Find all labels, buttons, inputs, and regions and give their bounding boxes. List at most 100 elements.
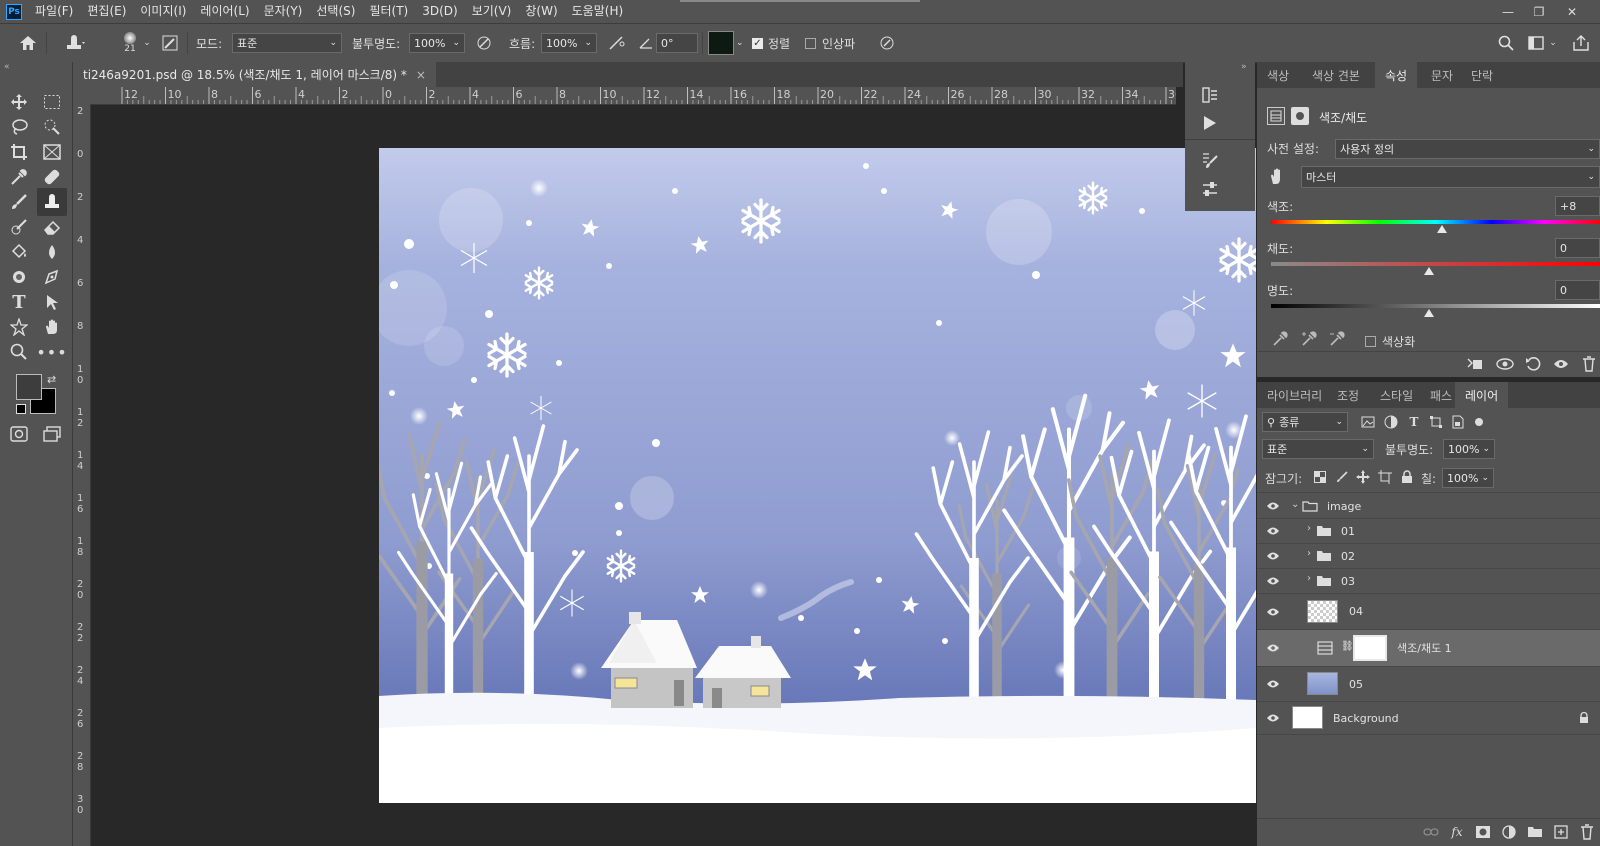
targeted-adjustment-hand-icon[interactable] [1267, 166, 1287, 186]
opacity-field[interactable]: 100% ⌄ [409, 33, 465, 53]
tab-character[interactable]: 문자 [1421, 62, 1463, 88]
layer-row-background[interactable]: Background [1257, 702, 1600, 735]
visibility-eye-icon[interactable] [1265, 642, 1281, 654]
expand-icon[interactable]: » [1241, 62, 1247, 72]
chevron-right-icon[interactable]: › [1307, 523, 1311, 534]
ruler-origin[interactable] [73, 87, 90, 104]
screen-mode-icon[interactable] [40, 422, 64, 446]
layer-row-02[interactable]: › 02 [1257, 544, 1600, 569]
pen-tool-icon[interactable] [40, 265, 64, 289]
history-icon[interactable] [1199, 84, 1221, 106]
marquee-tool-icon[interactable] [40, 90, 64, 114]
horizontal-ruler[interactable]: 12 10 8 6 4 2 0 2 4 6 8 10 12 14 16 18 20 22 24 26 28 30 32 34 3… [90, 87, 1176, 105]
delete-layer-icon[interactable] [1577, 822, 1597, 842]
visibility-eye-icon[interactable] [1265, 550, 1281, 562]
healing-brush-tool-icon[interactable] [40, 165, 64, 189]
more-tools-icon[interactable]: ••• [36, 340, 66, 364]
eraser-tool-icon[interactable] [40, 215, 64, 239]
lock-image-icon[interactable] [1335, 470, 1349, 484]
layer-row-05[interactable]: 05 [1257, 667, 1600, 702]
clip-to-layer-icon[interactable] [1465, 354, 1485, 374]
tab-color[interactable]: 색상 [1257, 62, 1299, 88]
lock-artboard-icon[interactable] [1378, 470, 1392, 484]
lock-transparent-icon[interactable] [1313, 470, 1327, 484]
blend-mode-select[interactable]: 표준 ⌄ [1262, 439, 1374, 459]
chevron-down-icon[interactable]: ⌄ [1548, 24, 1558, 62]
hand-tool-icon[interactable] [40, 315, 64, 339]
tab-adjustments[interactable]: 조정 [1327, 382, 1369, 408]
layer-mask-icon[interactable] [1291, 107, 1309, 125]
foreground-color-swatch[interactable] [16, 374, 42, 400]
chevron-down-icon[interactable]: ⌄ [736, 38, 744, 48]
crop-tool-icon[interactable] [7, 140, 31, 164]
move-tool-icon[interactable] [7, 90, 31, 114]
filter-adjustment-icon[interactable] [1382, 414, 1400, 430]
hue-slider-track[interactable] [1271, 220, 1600, 224]
share-icon[interactable] [1570, 24, 1592, 62]
preset-select[interactable]: 사용자 정의 ⌄ [1335, 139, 1600, 159]
reset-icon[interactable] [1523, 354, 1543, 374]
filter-type-icon[interactable]: T [1405, 414, 1423, 430]
aligned-checkbox[interactable]: ✓ 정렬 [752, 24, 790, 62]
brush-settings-icon[interactable] [160, 24, 180, 62]
visibility-eye-icon[interactable] [1265, 575, 1281, 587]
adjustment-sliders-icon[interactable] [1199, 178, 1221, 200]
channel-select[interactable]: 마스터 ⌄ [1301, 166, 1600, 188]
filter-smart-object-icon[interactable] [1449, 414, 1467, 430]
visibility-eye-icon[interactable] [1265, 525, 1281, 537]
quick-selection-tool-icon[interactable] [40, 115, 64, 139]
add-mask-icon[interactable] [1473, 822, 1493, 842]
pressure-size-icon[interactable] [876, 24, 898, 62]
layer-opacity-field[interactable]: 100% ⌄ [1443, 439, 1495, 459]
lock-all-icon[interactable] [1400, 470, 1414, 484]
layer-row-image-group[interactable]: ⌄ image [1257, 494, 1600, 519]
saturation-slider-thumb[interactable] [1424, 267, 1434, 275]
menu-file[interactable]: 파일(F) [28, 0, 80, 23]
document-tab[interactable]: ti246a9201.psd @ 18.5% (색조/채도 1, 레이어 마스크… [73, 62, 436, 87]
paint-bucket-tool-icon[interactable] [7, 240, 31, 264]
menu-help[interactable]: 도움말(H) [565, 0, 631, 23]
visibility-eye-icon[interactable] [1265, 606, 1281, 618]
collapse-icon[interactable]: « [4, 62, 10, 72]
menu-type[interactable]: 문자(Y) [257, 0, 310, 23]
layer-row-hue-saturation[interactable]: ⛓ 색조/채도 1 [1257, 630, 1600, 667]
angle-field[interactable]: 0° [656, 33, 698, 53]
eyedropper-minus-icon[interactable] [1328, 330, 1346, 348]
view-previous-state-icon[interactable] [1495, 354, 1515, 374]
minimize-button[interactable]: — [1492, 0, 1524, 23]
lightness-slider-thumb[interactable] [1424, 309, 1434, 317]
chevron-down-icon[interactable]: ⌄ [141, 24, 153, 62]
pressure-opacity-icon[interactable] [474, 24, 494, 62]
menu-select[interactable]: 선택(S) [309, 0, 362, 23]
chevron-right-icon[interactable]: › [1307, 573, 1311, 584]
close-button[interactable]: ✕ [1556, 0, 1588, 23]
dodge-tool-icon[interactable] [7, 265, 31, 289]
lock-position-icon[interactable] [1356, 470, 1370, 484]
pattern-swatch[interactable] [708, 31, 734, 55]
saturation-input[interactable]: 0 [1555, 238, 1600, 258]
mode-select[interactable]: 표준 ⌄ [232, 33, 342, 53]
blur-tool-icon[interactable] [40, 240, 64, 264]
vertical-ruler[interactable]: 2024681012141618202224262830 [73, 104, 91, 846]
custom-shape-tool-icon[interactable] [7, 315, 31, 339]
artwork-canvas[interactable] [379, 148, 1256, 803]
close-tab-icon[interactable]: × [416, 68, 426, 82]
layer-row-04[interactable]: 04 [1257, 594, 1600, 630]
visibility-eye-icon[interactable] [1265, 678, 1281, 690]
layer-mask-thumbnail[interactable] [1353, 635, 1387, 661]
actions-play-icon[interactable] [1199, 112, 1221, 134]
lasso-tool-icon[interactable] [7, 115, 31, 139]
menu-view[interactable]: 보기(V) [465, 0, 519, 23]
lightness-slider-track[interactable] [1271, 304, 1600, 308]
menu-image[interactable]: 이미지(I) [133, 0, 193, 23]
chevron-down-icon[interactable]: ⌄ [1291, 499, 1299, 510]
eyedropper-icon[interactable] [1271, 330, 1289, 348]
filter-pixel-icon[interactable] [1359, 414, 1377, 430]
menu-layer[interactable]: 레이어(L) [193, 0, 256, 23]
home-icon[interactable] [16, 24, 40, 62]
fx-icon[interactable]: fx [1447, 822, 1467, 842]
saturation-slider-track[interactable] [1271, 262, 1600, 266]
tab-swatches[interactable]: 색상 견본 [1302, 62, 1370, 88]
link-icon[interactable]: ⛓ [1341, 641, 1354, 652]
workspace-icon[interactable] [1525, 24, 1547, 62]
